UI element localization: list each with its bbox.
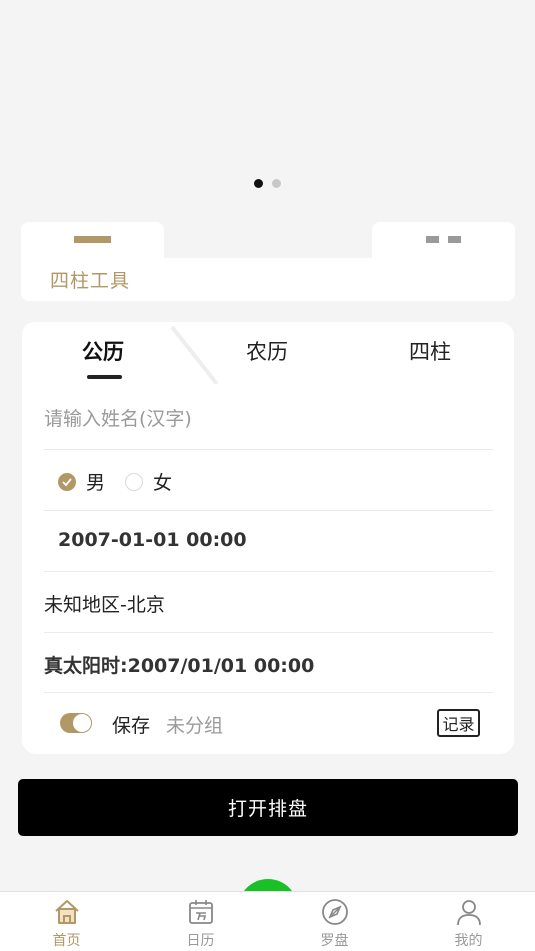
open-chart-button[interactable]: 打开排盘 (18, 779, 518, 836)
save-label: 保存 (112, 715, 151, 737)
gender-female-label: 女 (153, 472, 173, 494)
nav-home-label: 首页 (52, 933, 81, 949)
tool-panel: 四柱工具 (21, 222, 515, 301)
gender-female-radio[interactable]: 女 (125, 468, 172, 495)
nav-home[interactable]: 首页 (0, 892, 133, 951)
home-icon (54, 900, 79, 924)
toggle-knob (73, 714, 91, 732)
nav-profile-label: 我的 (454, 933, 483, 949)
tool-panel-label: 四柱工具 (50, 270, 131, 292)
radio-checked-icon (58, 472, 76, 491)
group-selector[interactable]: 未分组 (166, 711, 223, 738)
nav-profile[interactable]: 我的 (402, 892, 535, 951)
gender-male-label: 男 (86, 472, 106, 494)
carousel-dot-2[interactable] (272, 179, 281, 188)
tab-marker-icon (448, 236, 461, 243)
true-solar-time-value: 真太阳时:2007/01/01 00:00 (44, 655, 315, 677)
tab-indicator (87, 375, 122, 379)
bottom-nav: 首页 日历 罗盘 我的 (0, 891, 535, 951)
gender-male-radio[interactable]: 男 (58, 468, 105, 495)
tab-sizhu[interactable]: 四柱 (409, 336, 451, 366)
radio-unchecked-icon (125, 472, 143, 491)
place-row[interactable]: 未知地区-北京 (44, 572, 493, 633)
true-solar-time-row: 真太阳时:2007/01/01 00:00 (44, 633, 493, 693)
compass-icon (321, 899, 348, 925)
calendar-tabs: 公历 农历 四柱 (22, 336, 514, 376)
tab-lunar[interactable]: 农历 (246, 336, 288, 366)
name-input[interactable] (44, 404, 484, 434)
nav-calendar[interactable]: 日历 (134, 892, 267, 951)
save-row: 保存 未分组 记录 (44, 693, 493, 754)
tab-solar[interactable]: 公历 (82, 336, 124, 366)
tool-tab-more[interactable] (372, 222, 515, 301)
carousel-indicator (254, 179, 281, 188)
place-value: 未知地区-北京 (44, 594, 165, 616)
carousel-dot-1[interactable] (254, 179, 263, 188)
gender-row: 男 女 (44, 450, 493, 511)
active-tab-bar (74, 236, 111, 243)
tab-marker-icon (426, 236, 439, 243)
user-icon (456, 900, 481, 926)
record-button[interactable]: 记录 (437, 709, 480, 737)
birth-info-form: 公历 农历 四柱 男 女 2007-01-01 00:00 未知地区-北京 真太… (22, 322, 514, 754)
name-row (44, 388, 493, 450)
save-toggle[interactable] (60, 713, 92, 733)
nav-compass[interactable]: 罗盘 (268, 892, 401, 951)
calendar-icon (188, 900, 213, 924)
nav-compass-label: 罗盘 (320, 933, 349, 949)
nav-calendar-label: 日历 (186, 933, 215, 949)
datetime-value: 2007-01-01 00:00 (58, 529, 247, 551)
datetime-row[interactable]: 2007-01-01 00:00 (44, 511, 493, 572)
